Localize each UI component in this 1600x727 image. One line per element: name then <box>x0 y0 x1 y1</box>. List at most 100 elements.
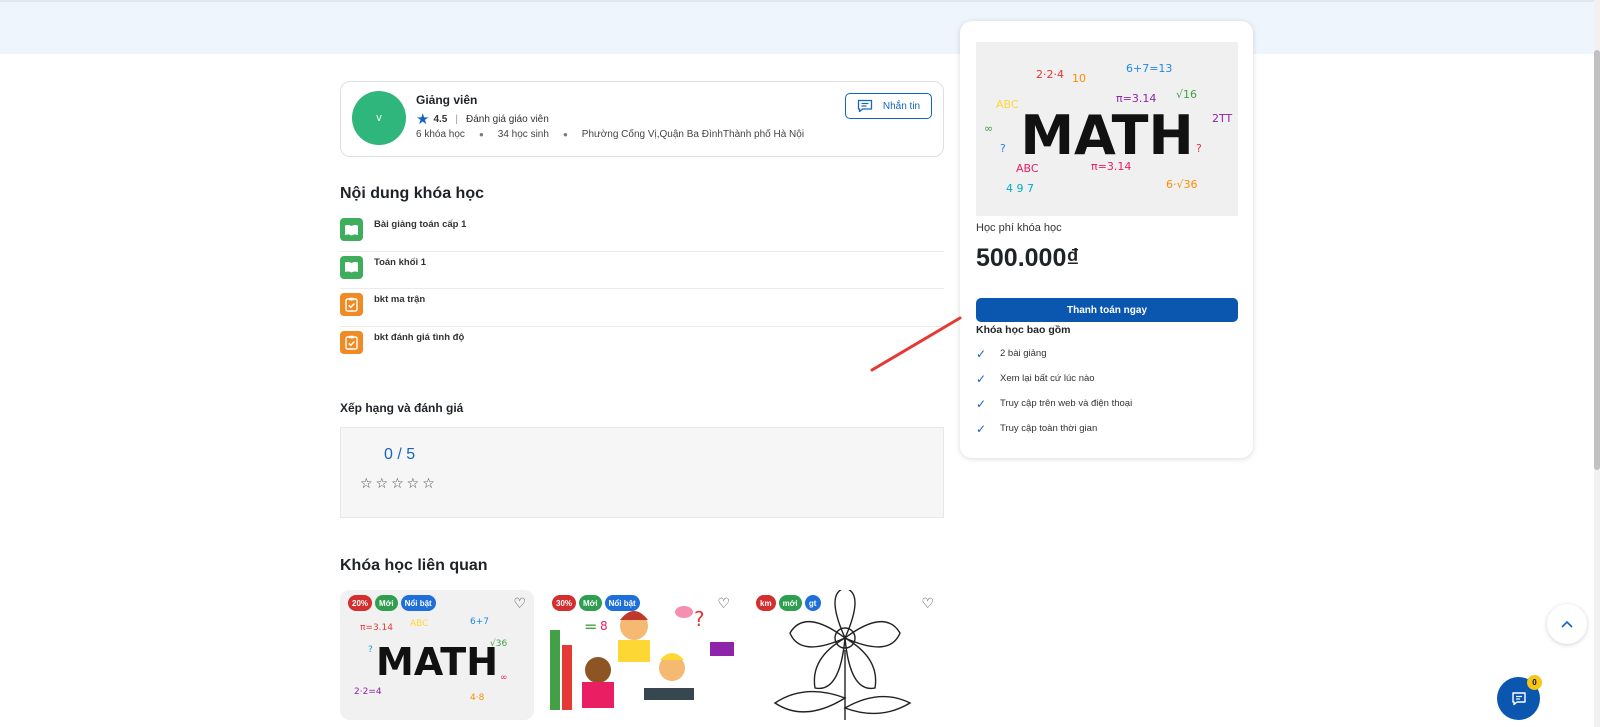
list-item: ✓ 2 bài giảng <box>976 341 1238 366</box>
book-icon <box>340 255 363 279</box>
dot-icon: ● <box>478 130 484 139</box>
course-count: 6 khóa học <box>416 129 465 140</box>
message-button-label: Nhắn tin <box>882 100 921 112</box>
check-icon: ✓ <box>976 396 987 411</box>
svg-text:?: ? <box>1196 142 1202 155</box>
scroll-to-top-button[interactable] <box>1547 604 1587 644</box>
check-icon: ✓ <box>976 421 987 436</box>
math-logo-text: MATH <box>1020 104 1193 167</box>
svg-text:4 9 7: 4 9 7 <box>1006 182 1034 195</box>
badge-group: km mới gt <box>756 595 821 611</box>
svg-text:?: ? <box>694 607 705 631</box>
svg-text:MATH: MATH <box>376 640 498 684</box>
purchase-card: 2·2·4 6+7=13 √16 ABC π=3.14 4 9 7 π=3.14 6·√… <box>960 21 1253 458</box>
heart-icon[interactable]: ♡ <box>717 595 730 612</box>
annotation-arrow <box>870 316 962 372</box>
instructor-rating: ★ 4.5 | Đánh giá giáo viên <box>416 110 549 128</box>
scrollbar-thumb[interactable] <box>1594 50 1600 470</box>
badge-group: 30% Mới Nổi bật <box>552 595 640 611</box>
list-item-label: Toán khối 1 <box>374 256 427 268</box>
list-item-label: Bài giảng toán cấp 1 <box>374 219 467 230</box>
svg-text:8: 8 <box>600 619 608 633</box>
heart-icon[interactable]: ♡ <box>921 595 934 612</box>
related-course-card[interactable]: 20% Mới Nổi bật ♡ π=3.14 6+7 √36 2·2=4 4·8… <box>340 590 534 720</box>
chevron-up-icon <box>1561 620 1573 628</box>
message-button[interactable]: Nhắn tin <box>845 93 932 119</box>
fee-label: Học phí khóa học <box>976 222 1062 234</box>
list-item: ✓ Truy cập trên web và điện thoại <box>976 391 1238 416</box>
heart-icon[interactable]: ♡ <box>513 595 526 612</box>
svg-text:√16: √16 <box>1176 88 1197 101</box>
course-content-title: Nội dung khóa học <box>340 185 484 202</box>
page-scrollbar[interactable] <box>1594 0 1600 727</box>
rating-summary: 0 / 5 ☆☆☆☆☆ <box>340 427 944 518</box>
discount-badge: 30% <box>552 595 577 611</box>
avatar[interactable]: v <box>352 91 406 145</box>
list-item-label: bkt đánh giá tình độ <box>374 331 465 343</box>
instructor-card: v Giảng viên ★ 4.5 | Đánh giá giáo viên … <box>340 81 944 157</box>
svg-text:π=3.14: π=3.14 <box>360 623 393 633</box>
dot-icon: ● <box>562 130 568 139</box>
instructor-address: Phường Cống Vị,Quận Ba ĐìnhThành phố Hà … <box>581 129 805 140</box>
clipboard-check-icon <box>340 330 363 354</box>
related-courses-title: Khóa học liên quan <box>340 557 488 574</box>
list-item[interactable]: bkt đánh giá tình độ <box>340 327 944 365</box>
featured-badge: Nổi bật <box>604 595 640 611</box>
separator: | <box>455 113 458 125</box>
new-badge: Mới <box>375 595 398 611</box>
course-price: 500.000₫ <box>976 244 1080 272</box>
svg-text:6+7=13: 6+7=13 <box>1126 62 1172 75</box>
instructor-title: Giảng viên <box>416 93 478 107</box>
chat-badge: 0 <box>1527 675 1542 690</box>
tag-badge: gt <box>804 595 821 611</box>
svg-text:∞: ∞ <box>984 122 993 135</box>
pay-now-button[interactable]: Thanh toán ngay <box>976 298 1238 322</box>
svg-text:2TT: 2TT <box>1212 112 1233 125</box>
related-course-card[interactable]: km mới gt ♡ <box>748 590 942 720</box>
include-label: 2 bài giảng <box>1000 348 1047 359</box>
check-icon: ✓ <box>976 371 987 386</box>
discount-badge: 20% <box>348 595 373 611</box>
list-item[interactable]: Toán khối 1 <box>340 252 944 289</box>
svg-text:∞: ∞ <box>500 673 508 683</box>
list-item[interactable]: bkt ma trận <box>340 289 944 327</box>
badge-group: 20% Mới Nổi bật <box>348 595 436 611</box>
top-banner <box>0 0 1594 54</box>
list-item: ✓ Xem lại bất cứ lúc nào <box>976 366 1238 391</box>
svg-text:10: 10 <box>1072 72 1086 85</box>
svg-text:6+7: 6+7 <box>470 617 489 627</box>
course-thumbnail: 2·2·4 6+7=13 √16 ABC π=3.14 4 9 7 π=3.14 6·√… <box>976 42 1238 216</box>
course-content-list: Bài giảng toán cấp 1 Toán khối 1 bkt ma … <box>340 214 944 364</box>
svg-text:2·2=4: 2·2=4 <box>354 687 382 697</box>
svg-text:2·2·4: 2·2·4 <box>1036 68 1064 81</box>
rating-section-title: Xếp hạng và đánh giá <box>340 401 464 415</box>
new-badge: Mới <box>579 595 602 611</box>
chat-icon <box>1511 692 1526 706</box>
svg-text:?: ? <box>368 645 373 655</box>
includes-title: Khóa học bao gồm <box>976 324 1071 336</box>
rating-value: 4.5 <box>433 113 448 125</box>
include-label: Truy cập toàn thời gian <box>1000 423 1098 434</box>
chat-button[interactable]: 0 <box>1497 675 1542 720</box>
related-course-card[interactable]: 30% Mới Nổi bật ♡ ? = 8 <box>544 590 738 720</box>
svg-text:ABC: ABC <box>996 98 1019 111</box>
check-icon: ✓ <box>976 346 987 361</box>
chat-icon <box>857 99 873 113</box>
rating-label: Đánh giá giáo viên <box>465 113 549 125</box>
include-label: Truy cập trên web và điện thoại <box>1000 398 1133 409</box>
rating-score: 0 / 5 <box>384 446 416 463</box>
svg-text:4·8: 4·8 <box>470 693 485 703</box>
new-badge: mới <box>778 595 802 611</box>
svg-text:6·√36: 6·√36 <box>1166 178 1198 191</box>
clipboard-check-icon <box>340 293 363 316</box>
svg-text:ABC: ABC <box>410 619 428 629</box>
list-item: ✓ Truy cập toàn thời gian <box>976 416 1238 441</box>
includes-list: ✓ 2 bài giảng ✓ Xem lại bất cứ lúc nào ✓ Tr… <box>976 341 1238 441</box>
star-icon: ★ <box>416 111 430 128</box>
book-icon <box>340 218 363 241</box>
rating-stars: ☆☆☆☆☆ <box>360 475 438 491</box>
promo-badge: km <box>756 595 776 611</box>
list-item[interactable]: Bài giảng toán cấp 1 <box>340 214 944 252</box>
student-count: 34 học sinh <box>497 129 549 140</box>
featured-badge: Nổi bật <box>400 595 436 611</box>
